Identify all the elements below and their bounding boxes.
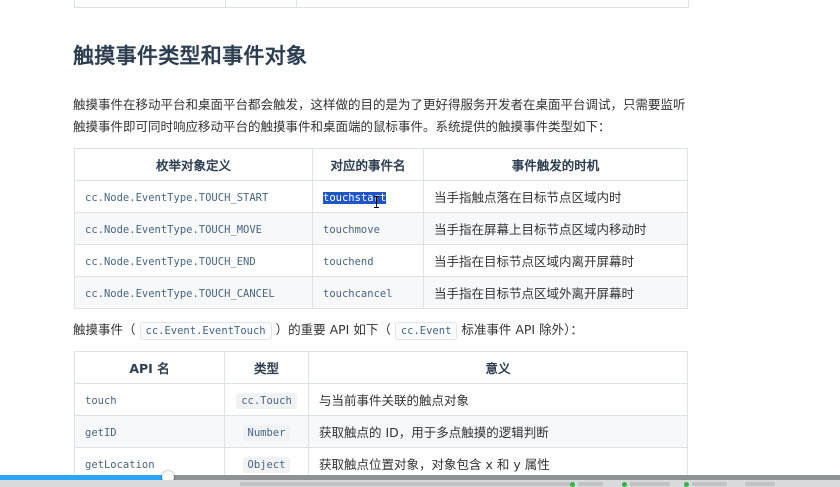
api-intro-prefix: 触摸事件（ (73, 322, 136, 337)
api-intro-code-1: cc.Event.EventTouch (139, 322, 272, 340)
api-intro-middle: ）的重要 API 如下（ (275, 322, 391, 337)
when-cell: 当手指触点落在目标节点区域内时 (423, 180, 688, 213)
column-header: 枚举对象定义 (74, 148, 313, 181)
api-code: getID (85, 427, 117, 439)
table-row: cc.Node.EventType.TOUCH_START touchstart… (74, 180, 688, 213)
type-code: Number (242, 425, 291, 441)
table-row: cc.Node.EventType.TOUCH_CANCEL touchcanc… (74, 276, 688, 309)
enum-cell: cc.Node.EventType.TOUCH_END (74, 244, 313, 277)
previous-table-bottom (74, 0, 689, 8)
column-header: 意义 (308, 351, 688, 384)
api-intro-code-2: cc.Event (394, 322, 458, 340)
event-name-cell: touchend (312, 244, 424, 277)
enum-code: cc.Node.EventType.TOUCH_START (85, 192, 269, 204)
enum-cell: cc.Node.EventType.TOUCH_MOVE (74, 212, 313, 245)
table-row: getID Number 获取触点的 ID，用于多点触摸的逻辑判断 (74, 415, 688, 448)
table-header-row: API 名 类型 意义 (74, 351, 688, 384)
when-cell: 当手指在屏幕上目标节点区域内移动时 (423, 212, 688, 245)
column-header: 事件触发的时机 (423, 148, 688, 181)
column-header: 类型 (224, 351, 309, 384)
event-name-code: touchmove (323, 224, 380, 236)
event-name-cell: touchmove (312, 212, 424, 245)
meaning-cell: 获取触点的 ID，用于多点触摸的逻辑判断 (308, 415, 688, 448)
touch-event-types-table: 枚举对象定义 对应的事件名 事件触发的时机 cc.Node.EventType.… (74, 148, 688, 309)
enum-code: cc.Node.EventType.TOUCH_MOVE (85, 224, 263, 236)
enum-code: cc.Node.EventType.TOUCH_END (85, 256, 256, 268)
table-row: cc.Node.EventType.TOUCH_END touchend 当手指… (74, 244, 688, 277)
table-header-row: 枚举对象定义 对应的事件名 事件触发的时机 (74, 148, 688, 181)
type-cell: Number (224, 415, 309, 448)
api-code: getLocation (85, 459, 155, 471)
event-name-code: touchend (323, 256, 374, 268)
enum-cell: cc.Node.EventType.TOUCH_CANCEL (74, 276, 313, 309)
column-header: 对应的事件名 (312, 148, 424, 181)
meaning-cell: 与当前事件关联的触点对象 (308, 383, 688, 416)
player-status-strip (0, 480, 840, 487)
event-name-cell: touchcancel (312, 276, 424, 309)
intro-paragraph: 触摸事件在移动平台和桌面平台都会触发，这样做的目的是为了更好得服务开发者在桌面平… (73, 97, 686, 134)
when-cell: 当手指在目标节点区域外离开屏幕时 (423, 276, 688, 309)
type-code: Object (242, 457, 291, 473)
text-cursor-icon (374, 196, 379, 208)
event-name-code: touchcancel (323, 288, 393, 300)
touch-api-table: API 名 类型 意义 touch cc.Touch 与当前事件关联的触点对象 … (74, 351, 688, 480)
event-name-cell: touchstart (312, 180, 424, 213)
column-header: API 名 (74, 351, 225, 384)
table-row: cc.Node.EventType.TOUCH_MOVE touchmove 当… (74, 212, 688, 245)
api-intro-line: 触摸事件（ cc.Event.EventTouch ）的重要 API 如下（ c… (73, 320, 583, 341)
section-heading: 触摸事件类型和事件对象 (73, 44, 308, 68)
when-cell: 当手指在目标节点区域内离开屏幕时 (423, 244, 688, 277)
type-code: cc.Touch (236, 393, 297, 409)
api-cell: touch (74, 383, 225, 416)
table-row: touch cc.Touch 与当前事件关联的触点对象 (74, 383, 688, 416)
enum-code: cc.Node.EventType.TOUCH_CANCEL (85, 288, 275, 300)
enum-cell: cc.Node.EventType.TOUCH_START (74, 180, 313, 213)
api-cell: getID (74, 415, 225, 448)
type-cell: cc.Touch (224, 383, 309, 416)
api-code: touch (85, 395, 117, 407)
api-intro-suffix: 标准事件 API 除外）： (461, 322, 583, 337)
